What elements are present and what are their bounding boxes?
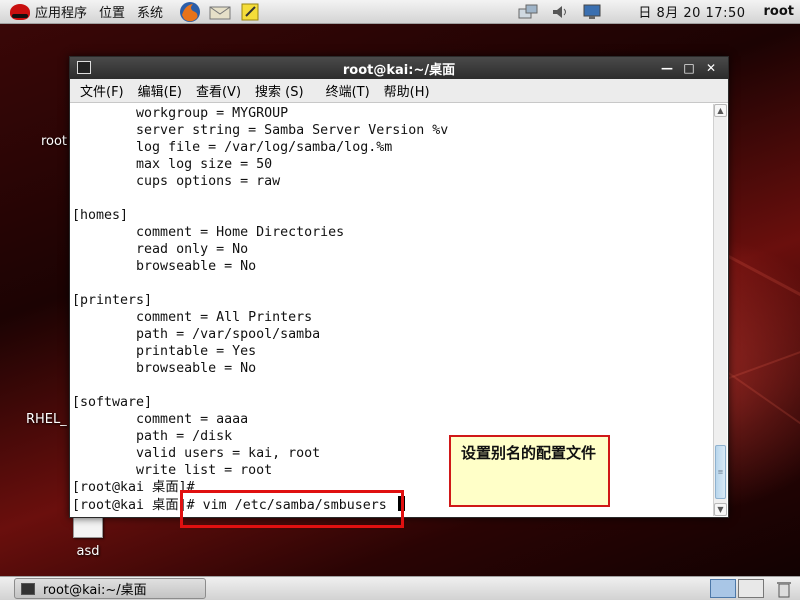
scroll-down-button[interactable]: ▼ (714, 503, 727, 516)
notes-launcher[interactable] (237, 1, 263, 23)
terminal-line: read only = No (72, 242, 249, 257)
terminal-line: valid users = kai, root (72, 446, 321, 461)
terminal-line: comment = Home Directories (72, 225, 345, 240)
taskbar-window-button[interactable]: root@kai:~/桌面 (14, 578, 206, 599)
workspace-1[interactable] (710, 579, 736, 598)
terminal-line: [homes] (72, 208, 129, 223)
arrow-down-icon: ▼ (717, 505, 724, 514)
close-button[interactable]: ✕ (700, 59, 722, 77)
terminal-line: server string = Samba Server Version %v (72, 123, 449, 138)
volume-tray[interactable] (548, 2, 572, 22)
menu-file[interactable]: 文件(F) (74, 81, 130, 100)
minimize-button[interactable]: — (656, 59, 678, 77)
terminal-line: path = /disk (72, 429, 233, 444)
bottom-panel: root@kai:~/桌面 (0, 576, 800, 600)
terminal-line: max log size = 50 (72, 157, 273, 172)
window-menubar: 文件(F) 编辑(E) 查看(V) 搜索 (S) 终端(T) 帮助(H) (70, 79, 728, 103)
close-icon: ✕ (705, 61, 717, 75)
user-menu[interactable]: root (764, 4, 795, 19)
terminal-line: [software] (72, 395, 153, 410)
terminal-line: cups options = raw (72, 174, 281, 189)
menu-edit[interactable]: 编辑(E) (132, 81, 188, 100)
terminal-line: workgroup = MYGROUP (72, 106, 289, 121)
redhat-icon (10, 3, 30, 20)
grip-icon: ≡ (717, 468, 724, 476)
callout-text: 设置别名的配置文件 (461, 444, 597, 462)
places-menu[interactable]: 位置 (93, 0, 131, 24)
menu-label: 位置 (99, 6, 126, 21)
terminal-line: browseable = No (72, 259, 257, 274)
system-menu[interactable]: 系统 (131, 0, 169, 24)
firefox-icon (180, 1, 201, 22)
display-tray[interactable] (580, 2, 604, 22)
taskbar-window-label: root@kai:~/桌面 (43, 583, 147, 598)
workspace-2[interactable] (738, 579, 764, 598)
menu-label: 系统 (137, 6, 164, 21)
network-tray[interactable] (516, 2, 540, 22)
terminal-line: [printers] (72, 293, 153, 308)
menu-view[interactable]: 查看(V) (190, 81, 247, 100)
top-panel: 应用程序 位置 系统 日 8月 20 17:50 root (0, 0, 800, 24)
volume-icon (553, 5, 567, 18)
vertical-scrollbar[interactable]: ▲ ≡ ▼ (713, 104, 727, 516)
command-highlight-box (180, 490, 404, 528)
menu-help[interactable]: 帮助(H) (378, 81, 436, 100)
terminal-line: write list = root (72, 463, 273, 478)
annotation-callout: 设置别名的配置文件 (449, 435, 610, 507)
firefox-launcher[interactable] (177, 1, 203, 23)
desktop-icon-label: asd (76, 544, 100, 559)
display-icon (583, 4, 601, 19)
minimize-icon: — (661, 61, 673, 75)
scroll-up-button[interactable]: ▲ (714, 104, 727, 117)
maximize-button[interactable]: □ (678, 59, 700, 77)
notes-icon (241, 3, 259, 20)
menu-search[interactable]: 搜索 (S) (249, 81, 310, 100)
window-titlebar[interactable]: root@kai:~/桌面 — □ ✕ (70, 57, 728, 79)
mail-icon (209, 6, 231, 19)
maximize-icon: □ (683, 61, 695, 75)
terminal-line: comment = aaaa (72, 412, 249, 427)
arrow-up-icon: ▲ (717, 106, 724, 115)
trash-icon[interactable] (774, 579, 794, 599)
clock[interactable]: 日 8月 20 17:50 (638, 2, 745, 21)
terminal-line: printable = Yes (72, 344, 257, 359)
scroll-thumb[interactable]: ≡ (715, 445, 726, 499)
terminal-window: root@kai:~/桌面 — □ ✕ 文件(F) 编辑(E) 查看(V) 搜索… (69, 56, 729, 518)
terminal-output[interactable]: workgroup = MYGROUP server string = Samb… (72, 104, 714, 516)
network-icon (518, 4, 538, 18)
menu-terminal[interactable]: 终端(T) (320, 81, 376, 100)
workspace-switcher (710, 579, 766, 598)
terminal-line: log file = /var/log/samba/log.%m (72, 140, 393, 155)
window-title: root@kai:~/桌面 (342, 62, 456, 78)
terminal-line: comment = All Printers (72, 310, 313, 325)
terminal-line: path = /var/spool/samba (72, 327, 321, 342)
terminal-icon (21, 582, 35, 595)
menu-label: 应用程序 (35, 6, 88, 21)
applications-menu[interactable]: 应用程序 (0, 0, 93, 24)
terminal-line: browseable = No (72, 361, 257, 376)
mail-launcher[interactable] (207, 1, 233, 23)
terminal-icon (77, 61, 91, 74)
